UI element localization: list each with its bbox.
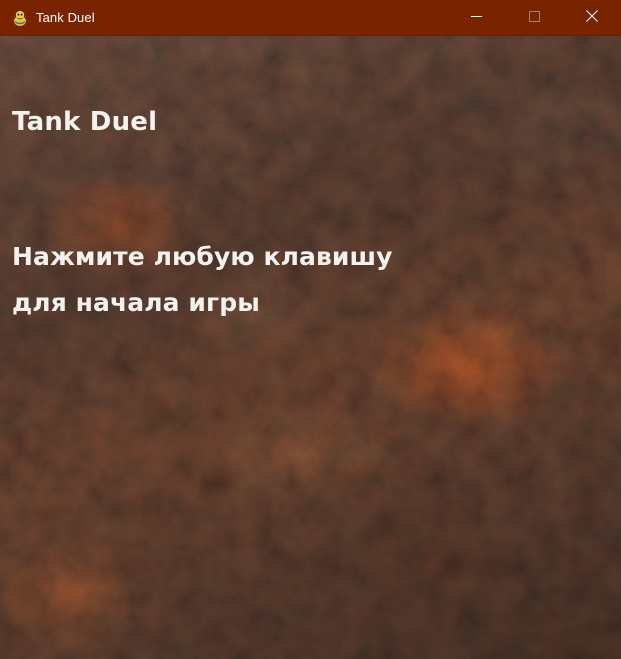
- window-controls: [447, 0, 621, 35]
- start-prompt-line: Нажмите любую клавишу: [12, 242, 393, 271]
- game-window: Tank Duel Tank Duel Нажмите любую клавиш…: [0, 0, 621, 659]
- maximize-button[interactable]: [505, 0, 563, 35]
- window-title: Tank Duel: [36, 10, 95, 25]
- minimize-button[interactable]: [447, 0, 505, 35]
- pygame-snake-icon: [11, 9, 29, 27]
- close-icon: [586, 9, 598, 27]
- start-prompt-line: для начала игры: [12, 288, 260, 317]
- close-button[interactable]: [563, 0, 621, 35]
- maximize-icon: [528, 9, 540, 27]
- game-canvas[interactable]: Tank Duel Нажмите любую клавишу для нача…: [0, 36, 621, 659]
- minimize-icon: [470, 9, 482, 27]
- start-prompt: Нажмите любую клавишу для начала игры: [12, 234, 393, 326]
- game-title: Tank Duel: [12, 107, 158, 137]
- title-bar[interactable]: Tank Duel: [0, 0, 621, 36]
